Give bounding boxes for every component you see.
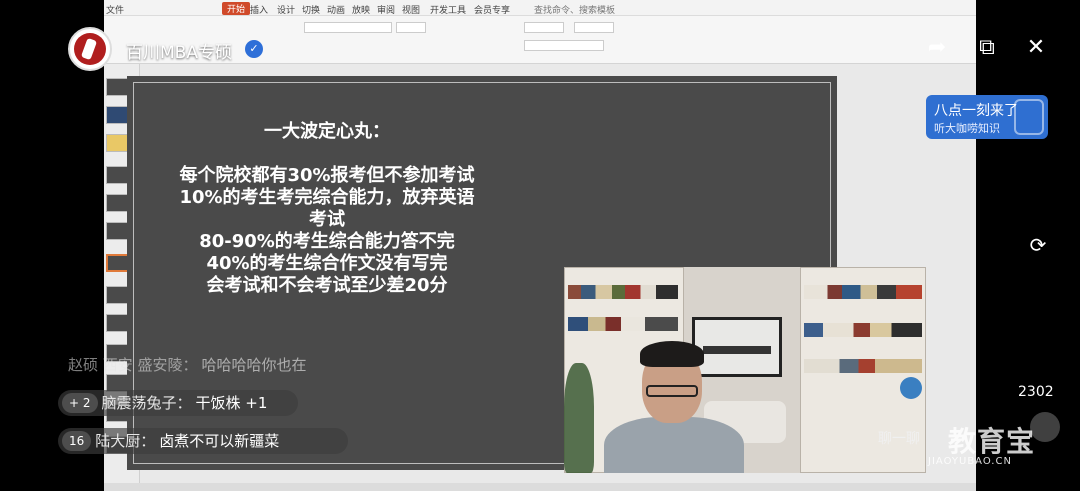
chat-text: 卤煮不可以新疆菜 bbox=[159, 432, 280, 450]
menu-devtools[interactable]: 开发工具 bbox=[430, 3, 466, 16]
promo-title: 八点一刻来了 bbox=[934, 103, 1018, 119]
close-icon[interactable]: ✕ bbox=[1022, 34, 1050, 62]
chat-user: 陆大厨： bbox=[95, 432, 156, 450]
globe bbox=[900, 377, 922, 399]
chat-prompt[interactable]: 聊一聊 bbox=[878, 428, 920, 448]
menu-animation[interactable]: 动画 bbox=[327, 3, 345, 16]
font-size-select[interactable] bbox=[396, 22, 426, 33]
verified-check-icon: ✓ bbox=[245, 40, 263, 58]
menu-insert[interactable]: 插入 bbox=[250, 3, 268, 16]
menu-file[interactable]: 文件 bbox=[106, 3, 124, 16]
presenter-body bbox=[604, 417, 744, 473]
watermark-url: JIAOYUBAO.CN bbox=[928, 456, 1012, 467]
channel-name[interactable]: 百川MBA专硕 bbox=[126, 38, 232, 63]
chat-text: 干饭株 +1 bbox=[195, 394, 268, 412]
menu-view[interactable]: 视图 bbox=[402, 3, 420, 16]
channel-logo-icon bbox=[74, 33, 106, 65]
viewer-count: 2302 bbox=[1018, 384, 1054, 400]
align-select[interactable] bbox=[524, 40, 604, 51]
status-bar bbox=[104, 483, 976, 491]
chat-message: 赵硕 西安 盛安陵： 哈哈哈哈你也在 bbox=[58, 352, 358, 378]
slide-text-block: 一大波定心丸： 每个院校都有30%报考但不参加考试 10%的考生考完综合能力，放… bbox=[147, 121, 507, 297]
books bbox=[568, 317, 678, 331]
chat-message: + 2 脑震荡兔子： 干饭株 +1 bbox=[58, 390, 298, 416]
slide-line: 会考试和不会考试至少差20分 bbox=[206, 275, 448, 296]
slide-line: 10%的考生考完综合能力，放弃英语 bbox=[179, 187, 475, 208]
chat-text: 哈哈哈哈你也在 bbox=[201, 356, 307, 374]
slide-line: 40%的考生综合作文没有写完 bbox=[206, 253, 448, 274]
books bbox=[804, 323, 922, 337]
rotate-screen-icon[interactable]: ⟳ bbox=[1025, 232, 1051, 258]
channel-avatar[interactable] bbox=[68, 27, 112, 71]
promo-logo-icon bbox=[1014, 99, 1044, 135]
ribbon-toolbar bbox=[104, 16, 976, 64]
promo-banner[interactable]: 八点一刻来了 听大咖唠知识 bbox=[926, 95, 1048, 139]
books bbox=[568, 285, 678, 299]
slide-line: 每个院校都有30%报考但不参加考试 bbox=[179, 165, 475, 186]
chat-user: 脑震荡兔子： bbox=[101, 394, 192, 412]
menu-review[interactable]: 审阅 bbox=[377, 3, 395, 16]
plant bbox=[564, 363, 594, 473]
share-icon[interactable]: ➦ bbox=[923, 34, 951, 62]
wall-painting bbox=[692, 317, 782, 377]
font-name-select[interactable] bbox=[304, 22, 392, 33]
glasses bbox=[646, 385, 698, 397]
fan-level-badge: 16 bbox=[62, 431, 92, 451]
menu-bar: 文件 开始 插入 设计 切换 动画 放映 审阅 视图 开发工具 会员专享 查找命… bbox=[104, 0, 976, 16]
paragraph-select[interactable] bbox=[574, 22, 614, 33]
books bbox=[804, 285, 922, 299]
picture-in-picture-icon[interactable]: ⧉ bbox=[973, 34, 1001, 62]
text-style-select[interactable] bbox=[524, 22, 564, 33]
menu-transition[interactable]: 切换 bbox=[302, 3, 320, 16]
slide-line: 80-90%的考生综合能力答不完 bbox=[199, 231, 455, 252]
slide-line: 考试 bbox=[309, 209, 345, 230]
menu-slideshow[interactable]: 放映 bbox=[352, 3, 370, 16]
presenter-hair bbox=[640, 341, 704, 367]
menu-home[interactable]: 开始 bbox=[222, 2, 251, 15]
watermark-logo: 教育宝 bbox=[948, 425, 1036, 458]
promo-subtitle: 听大咖唠知识 bbox=[934, 122, 1000, 135]
watermark: 教育宝 JIAOYUBAO.CN bbox=[928, 420, 1068, 470]
presenter-webcam bbox=[564, 267, 926, 473]
books bbox=[804, 359, 922, 373]
fan-level-badge: + 2 bbox=[62, 393, 98, 413]
slide-title: 一大波定心丸： bbox=[264, 121, 390, 142]
chat-message: 16 陆大厨： 卤煮不可以新疆菜 bbox=[58, 428, 348, 454]
menu-design[interactable]: 设计 bbox=[277, 3, 295, 16]
search-command-input[interactable]: 查找命令、搜索模板 bbox=[534, 3, 615, 16]
chat-user: 赵硕 西安 盛安陵： bbox=[68, 356, 198, 374]
menu-member[interactable]: 会员专享 bbox=[474, 3, 510, 16]
